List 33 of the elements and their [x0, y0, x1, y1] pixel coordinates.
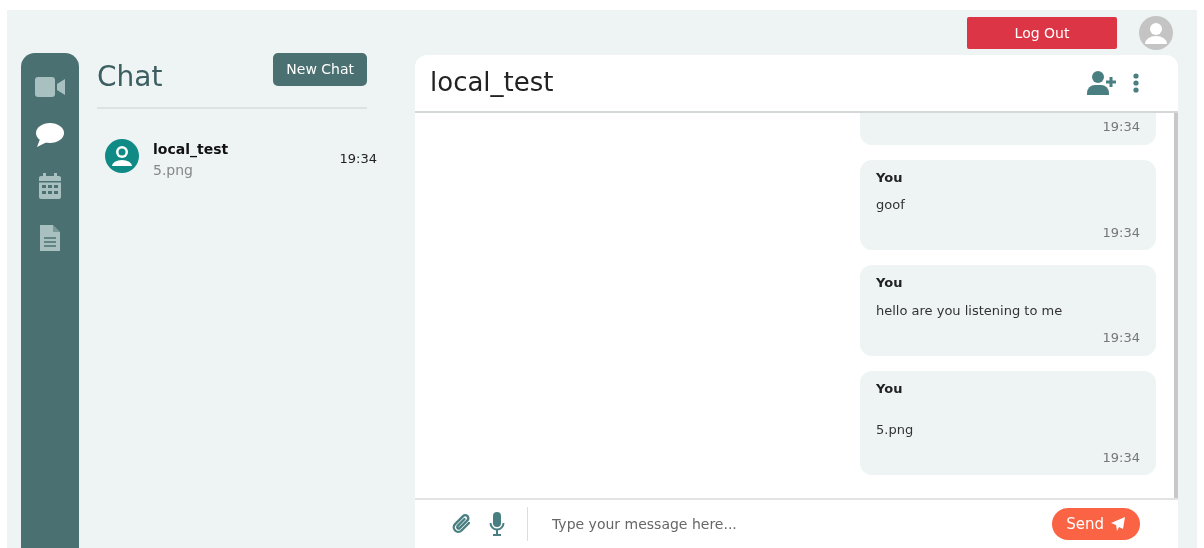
sender-name: You [876, 168, 904, 187]
message-text: goof [876, 196, 906, 214]
contact-name: local_test [153, 140, 229, 160]
message-text: hello are you listening to me [876, 301, 1064, 320]
contact-avatar-icon [105, 139, 139, 173]
send-button[interactable]: Send [1052, 507, 1140, 541]
speech-bubble-icon [36, 123, 64, 147]
add-user-icon[interactable] [1087, 71, 1117, 95]
chat-list-item[interactable]: local_test 5.png 19:34 [97, 109, 385, 181]
logout-button[interactable]: Log Out [967, 17, 1117, 49]
message-time: 19:34 [1101, 118, 1140, 136]
video-camera-icon [35, 77, 65, 97]
paperclip-icon[interactable] [451, 513, 473, 535]
send-icon [1110, 516, 1126, 532]
nav-button[interactable] [40, 225, 60, 251]
more-options-icon[interactable] [1133, 73, 1139, 93]
new-chat-button[interactable]: New Chat [273, 53, 367, 86]
nav-button[interactable] [35, 77, 65, 97]
message-time: 19:34 [339, 150, 377, 168]
conversation-title: local_test [430, 67, 554, 99]
message-time: 19:34 [1101, 448, 1140, 467]
sender-name: You [876, 274, 904, 292]
last-message: 5.png [153, 161, 194, 180]
nav-button[interactable] [36, 123, 64, 147]
microphone-icon[interactable] [489, 512, 505, 536]
panel-title: Chat [97, 63, 163, 91]
document-icon [40, 225, 60, 251]
message-time: 19:34 [1101, 223, 1140, 242]
file-name: 5.png [876, 421, 915, 439]
calendar-icon [39, 173, 61, 199]
message-time: 19:34 [1101, 329, 1140, 347]
nav-button[interactable] [39, 173, 61, 199]
sender-name: You [876, 379, 904, 398]
